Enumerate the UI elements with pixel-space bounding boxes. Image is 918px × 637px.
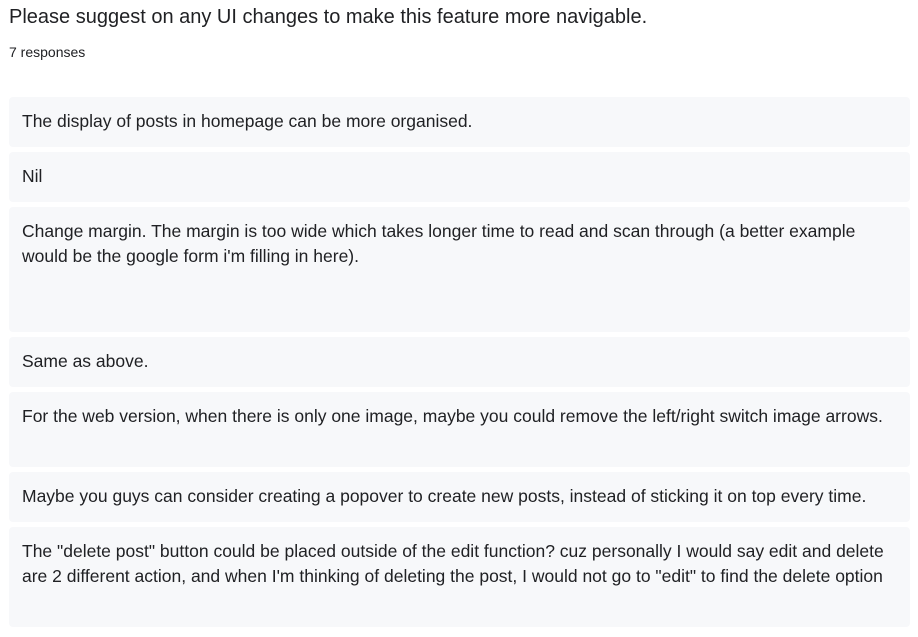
response-item: The "delete post" button could be placed… xyxy=(9,527,910,627)
response-item: For the web version, when there is only … xyxy=(9,392,910,467)
response-item: The display of posts in homepage can be … xyxy=(9,97,910,147)
response-item: Change margin. The margin is too wide wh… xyxy=(9,207,910,332)
response-item: Same as above. xyxy=(9,337,910,387)
response-count: 7 responses xyxy=(9,44,86,60)
response-item: Nil xyxy=(9,152,910,202)
response-item: Maybe you guys can consider creating a p… xyxy=(9,472,910,522)
question-title: Please suggest on any UI changes to make… xyxy=(9,6,648,28)
response-list: The display of posts in homepage can be … xyxy=(9,97,910,632)
